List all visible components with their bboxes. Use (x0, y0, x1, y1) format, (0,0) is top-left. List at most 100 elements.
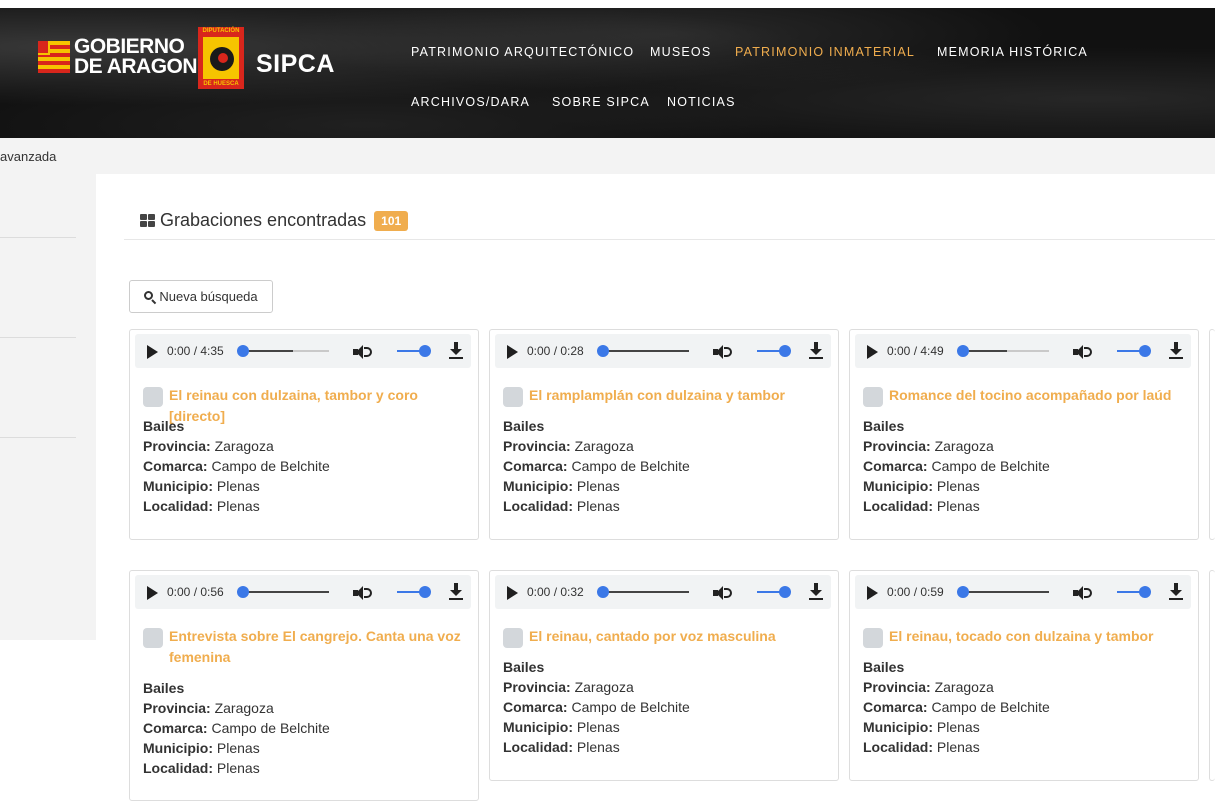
site-header: GOBIERNO DE ARAGON DIPUTACIÓN DE HUESCA … (0, 8, 1215, 138)
play-icon[interactable] (867, 345, 878, 359)
select-checkbox[interactable] (503, 387, 523, 407)
localidad-value: Plenas (576, 739, 620, 755)
volume-slider[interactable] (757, 345, 791, 357)
volume-icon[interactable] (713, 585, 733, 601)
audio-time: 0:00 / 0:32 (527, 585, 584, 599)
recording-title-link[interactable]: Entrevista sobre El cangrejo. Canta una … (143, 626, 468, 668)
card-title-row: El reinau, cantado por voz masculina (503, 626, 828, 648)
municipio-value: Plenas (936, 478, 980, 494)
nav-archivos-dara[interactable]: ARCHIVOS/DARA (411, 95, 530, 109)
volume-icon[interactable] (1073, 344, 1093, 360)
municipio-label: Municipio: (863, 478, 933, 494)
volume-slider[interactable] (397, 586, 431, 598)
audio-player: 0:00 / 0:59 (855, 575, 1191, 609)
recording-title-link[interactable]: El reinau, cantado por voz masculina (503, 626, 828, 647)
audio-player: 0:00 / 4:35 (135, 334, 471, 368)
comarca-label: Comarca: (863, 458, 928, 474)
dph-caption-bottom: DE HUESCA (203, 81, 239, 87)
volume-slider[interactable] (757, 586, 791, 598)
municipio-label: Municipio: (143, 478, 213, 494)
comarca-label: Comarca: (143, 458, 208, 474)
download-icon[interactable] (808, 583, 824, 601)
localidad-label: Localidad: (503, 498, 574, 514)
play-icon[interactable] (147, 586, 158, 600)
provincia-value: Zaragoza (934, 438, 994, 454)
results-title: Grabaciones encontradas (160, 210, 367, 230)
download-icon[interactable] (1168, 342, 1184, 360)
localidad-label: Localidad: (143, 760, 214, 776)
card-title-row: Romance del tocino acompañado por laúd (863, 385, 1188, 407)
logo-line-2: DE ARAGON (74, 55, 198, 78)
volume-slider[interactable] (397, 345, 431, 357)
volume-icon[interactable] (713, 344, 733, 360)
play-icon[interactable] (507, 345, 518, 359)
play-icon[interactable] (507, 586, 518, 600)
audio-time: 0:00 / 4:49 (887, 344, 944, 358)
comarca-value: Campo de Belchite (571, 458, 690, 474)
play-icon[interactable] (867, 586, 878, 600)
select-checkbox[interactable] (863, 628, 883, 648)
new-search-button[interactable]: Nueva búsqueda (129, 280, 273, 313)
municipio-value: Plenas (936, 719, 980, 735)
download-icon[interactable] (448, 342, 464, 360)
select-checkbox[interactable] (143, 628, 163, 648)
comarca-label: Comarca: (503, 699, 568, 715)
nav-patrimonio-inmaterial[interactable]: PATRIMONIO INMATERIAL (735, 45, 915, 59)
seek-bar[interactable] (957, 586, 1049, 598)
seek-bar[interactable] (237, 586, 329, 598)
sidebar-divider (0, 337, 76, 338)
select-checkbox[interactable] (143, 387, 163, 407)
logo-area[interactable]: GOBIERNO DE ARAGON DIPUTACIÓN DE HUESCA … (38, 27, 338, 94)
download-icon[interactable] (808, 342, 824, 360)
download-icon[interactable] (448, 583, 464, 601)
volume-slider[interactable] (1117, 586, 1151, 598)
comarca-value: Campo de Belchite (571, 699, 690, 715)
breadcrumb-bar: avanzada (0, 138, 1215, 174)
recording-title-link[interactable]: El ramplamplán con dulzaina y tambor (503, 385, 828, 406)
seek-bar[interactable] (597, 345, 689, 357)
comarca-value: Campo de Belchite (211, 458, 330, 474)
download-icon[interactable] (1168, 583, 1184, 601)
category: Bailes (143, 680, 185, 696)
volume-icon[interactable] (353, 344, 373, 360)
new-search-label: Nueva búsqueda (159, 289, 258, 304)
localidad-label: Localidad: (503, 739, 574, 755)
localidad-value: Plenas (216, 760, 260, 776)
search-icon (144, 290, 157, 304)
volume-icon[interactable] (353, 585, 373, 601)
card-title-row: El ramplamplán con dulzaina y tambor (503, 385, 828, 407)
recording-title-link[interactable]: Romance del tocino acompañado por laúd (863, 385, 1188, 406)
top-strip (0, 0, 1215, 8)
seek-bar[interactable] (237, 345, 329, 357)
card-title-row: Entrevista sobre El cangrejo. Canta una … (143, 626, 468, 668)
nav-patrimonio-arquitectonico[interactable]: PATRIMONIO ARQUITECTÓNICO (411, 45, 634, 59)
recording-meta: Bailes Provincia: Zaragoza Comarca: Camp… (863, 416, 1050, 516)
volume-slider[interactable] (1117, 345, 1151, 357)
breadcrumb-link-avanzada[interactable]: avanzada (0, 149, 56, 164)
comarca-label: Comarca: (143, 720, 208, 736)
select-checkbox[interactable] (863, 387, 883, 407)
audio-time: 0:00 / 4:35 (167, 344, 224, 358)
comarca-label: Comarca: (503, 458, 568, 474)
provincia-label: Provincia: (863, 679, 931, 695)
localidad-value: Plenas (576, 498, 620, 514)
recording-card: 0:00 / 0:56 Entrevista sobre El cangrejo… (129, 570, 479, 801)
nav-noticias[interactable]: NOTICIAS (667, 95, 736, 109)
recording-card: 0:00 / 4:35 El reinau con dulzaina, tamb… (129, 329, 479, 540)
seek-bar[interactable] (957, 345, 1049, 357)
card-title-row: El reinau, tocado con dulzaina y tambor (863, 626, 1188, 648)
localidad-label: Localidad: (863, 739, 934, 755)
nav-memoria-historica[interactable]: MEMORIA HISTÓRICA (937, 45, 1088, 59)
nav-sobre-sipca[interactable]: SOBRE SIPCA (552, 95, 650, 109)
results-panel: Grabaciones encontradas 101 Nueva búsque… (96, 174, 1215, 810)
site-name: SIPCA (256, 50, 335, 78)
seek-bar[interactable] (597, 586, 689, 598)
recording-title-link[interactable]: El reinau, tocado con dulzaina y tambor (863, 626, 1188, 647)
provincia-value: Zaragoza (934, 679, 994, 695)
select-checkbox[interactable] (503, 628, 523, 648)
nav-museos[interactable]: MUSEOS (650, 45, 711, 59)
volume-icon[interactable] (1073, 585, 1093, 601)
municipio-value: Plenas (216, 478, 260, 494)
play-icon[interactable] (147, 345, 158, 359)
recording-meta: Bailes Provincia: Zaragoza Comarca: Camp… (863, 657, 1050, 757)
